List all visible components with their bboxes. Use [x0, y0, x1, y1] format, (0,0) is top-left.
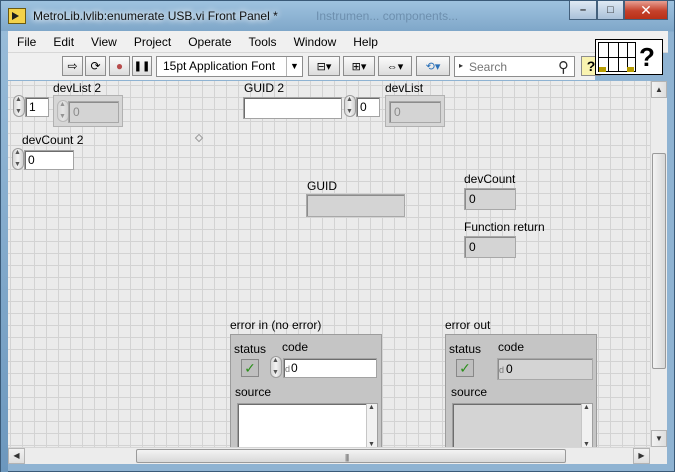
- labview-front-panel-window: MetroLib.lvlib:enumerate USB.vi Front Pa…: [0, 0, 675, 472]
- anchor-marker-icon: [194, 133, 204, 143]
- horizontal-scrollbar[interactable]: ◀ ||| ▶: [8, 447, 650, 464]
- error-out-status-led[interactable]: ✓: [456, 359, 474, 377]
- guid2-label: GUID 2: [244, 81, 285, 95]
- error-out-source-label: source: [451, 385, 488, 399]
- menu-edit[interactable]: Edit: [44, 35, 82, 49]
- error-in-status-checkbox[interactable]: ✓: [241, 359, 259, 377]
- menu-bar: File Edit View Project Operate Tools Win…: [8, 31, 668, 53]
- menu-window[interactable]: Window: [285, 35, 345, 49]
- resize-objects-icon[interactable]: ⇔▾: [378, 56, 412, 76]
- function-return-indicator[interactable]: 0: [464, 236, 516, 258]
- distribute-objects-icon[interactable]: ⊞▾: [343, 56, 375, 76]
- font-setting-value: 15pt Application Font: [163, 59, 276, 73]
- error-out-source-indicator[interactable]: [452, 403, 593, 447]
- error-in-status-label: status: [234, 342, 267, 356]
- search-scope-icon[interactable]: ▸: [459, 61, 463, 70]
- devcount-label: devCount: [464, 172, 516, 186]
- error-out-status-label: status: [449, 342, 482, 356]
- error-out-code-indicator[interactable]: d0: [497, 358, 593, 380]
- vi-icon: ?: [639, 42, 655, 72]
- scroll-right-arrow-icon[interactable]: ▶: [633, 448, 650, 464]
- title-bar[interactable]: MetroLib.lvlib:enumerate USB.vi Front Pa…: [1, 1, 674, 31]
- minimize-button[interactable]: –: [569, 1, 597, 20]
- error-in-code-spinner[interactable]: [270, 356, 282, 378]
- toolbar: ⇨ ⟳ ● ❚❚ 15pt Application Font ▼ ⊟▾ ⊞▾ ⇔…: [8, 53, 601, 80]
- error-in-code-label: code: [282, 340, 309, 354]
- menu-tools[interactable]: Tools: [240, 35, 285, 49]
- devcount-indicator[interactable]: 0: [464, 188, 516, 210]
- error-out-label: error out: [445, 318, 491, 332]
- abort-execution-icon[interactable]: ●: [109, 56, 130, 76]
- error-out-radix-indicator[interactable]: d: [499, 360, 504, 380]
- guid-indicator[interactable]: [306, 194, 405, 217]
- maximize-button[interactable]: □: [597, 1, 624, 20]
- devlist2-index-input[interactable]: 1: [25, 97, 49, 117]
- devlist2-element[interactable]: 0: [68, 101, 119, 123]
- menu-project[interactable]: Project: [125, 35, 179, 49]
- scroll-left-arrow-icon[interactable]: ◀: [8, 448, 25, 464]
- menu-help[interactable]: Help: [344, 35, 386, 49]
- search-input[interactable]: [469, 59, 551, 74]
- scroll-down-arrow-icon[interactable]: ▼: [651, 430, 667, 447]
- error-out-code-label: code: [498, 340, 525, 354]
- devlist-label: devList: [385, 81, 424, 95]
- menu-file[interactable]: File: [8, 35, 44, 49]
- devlist-index-input[interactable]: 0: [356, 97, 380, 117]
- error-in-source-label: source: [235, 385, 272, 399]
- guid2-input[interactable]: [243, 97, 342, 119]
- window-title: MetroLib.lvlib:enumerate USB.vi Front Pa…: [33, 9, 278, 23]
- labview-app-icon[interactable]: [8, 8, 26, 24]
- search-icon[interactable]: ⚲: [558, 58, 569, 76]
- error-out-code-value: 0: [506, 362, 513, 376]
- close-button[interactable]: ✕: [624, 1, 668, 20]
- menu-operate[interactable]: Operate: [179, 35, 239, 49]
- scroll-up-arrow-icon[interactable]: ▲: [651, 81, 667, 98]
- run-arrow-icon[interactable]: ⇨: [62, 56, 83, 76]
- devcount2-input[interactable]: 0: [24, 150, 74, 170]
- reorder-icon[interactable]: ⟲▾: [416, 56, 450, 76]
- function-return-label: Function return: [464, 220, 545, 234]
- devcount2-spinner[interactable]: [12, 148, 24, 170]
- error-in-code-value: 0: [291, 361, 298, 375]
- menu-view[interactable]: View: [82, 35, 125, 49]
- text-settings-dropdown[interactable]: 15pt Application Font ▼: [156, 56, 303, 77]
- scrollbar-corner: [650, 447, 667, 464]
- search-box[interactable]: ▸ ⚲: [454, 56, 575, 77]
- connector-pane[interactable]: ?: [595, 39, 663, 75]
- devlist-index-spinner[interactable]: [344, 95, 356, 117]
- scroll-grip-icon: |||: [345, 453, 349, 462]
- align-objects-icon[interactable]: ⊟▾: [308, 56, 340, 76]
- pause-icon[interactable]: ❚❚: [132, 56, 152, 76]
- error-out-source-scrollbar[interactable]: [581, 404, 592, 447]
- error-in-label: error in (no error): [230, 318, 322, 332]
- error-in-radix-indicator[interactable]: d: [285, 360, 290, 378]
- front-panel[interactable]: devList 2 1 0 devCount 2 0 GUID 2 devLis…: [8, 81, 650, 447]
- vertical-scrollbar[interactable]: ▲ ▼: [650, 81, 667, 447]
- devlist-element[interactable]: 0: [389, 101, 441, 123]
- horizontal-scroll-thumb[interactable]: |||: [136, 449, 566, 463]
- background-window-title: Instrumen... components...: [316, 9, 459, 23]
- window-controls: – □ ✕: [569, 1, 668, 21]
- devlist2-label: devList 2: [53, 81, 102, 95]
- chevron-down-icon: ▼: [286, 57, 302, 76]
- error-in-code-input[interactable]: d0: [283, 358, 377, 378]
- error-in-cluster[interactable]: status code ✓ d0 source: [230, 334, 382, 447]
- connector-terminal-icon: [627, 67, 634, 72]
- devlist2-index-spinner[interactable]: [13, 95, 25, 117]
- error-out-cluster[interactable]: status code ✓ d0 source: [445, 334, 597, 447]
- error-in-source-input[interactable]: [237, 403, 378, 447]
- run-continuously-icon[interactable]: ⟳: [85, 56, 106, 76]
- vertical-scroll-thumb[interactable]: [652, 153, 666, 369]
- connector-terminal-icon: [599, 67, 606, 72]
- desktop-edge: [1, 31, 8, 472]
- error-in-source-scrollbar[interactable]: [366, 404, 377, 447]
- devcount2-label: devCount 2: [22, 133, 84, 147]
- guid-label: GUID: [307, 179, 337, 193]
